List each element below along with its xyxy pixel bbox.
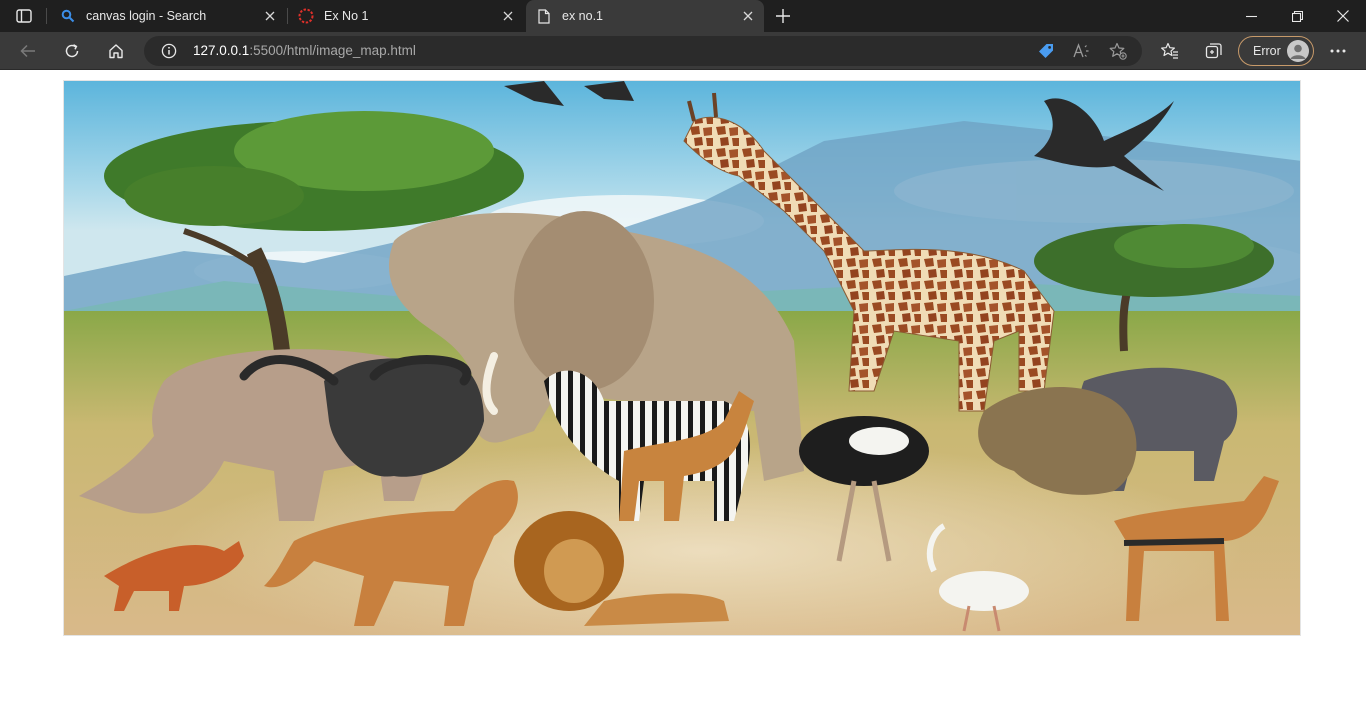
more-icon (1330, 49, 1346, 53)
url-text: 127.0.0.1:5500/html/image_map.html (193, 43, 416, 58)
refresh-button[interactable] (58, 37, 86, 65)
tab-search[interactable]: canvas login - Search (50, 0, 286, 32)
add-favorite-icon[interactable] (1108, 41, 1128, 61)
search-icon (60, 8, 76, 24)
address-bar[interactable]: 127.0.0.1:5500/html/image_map.html (144, 36, 1142, 66)
collections-icon (1205, 43, 1222, 59)
spinner-icon (298, 8, 314, 24)
tab-title: ex no.1 (562, 9, 604, 23)
restore-button[interactable] (1274, 0, 1320, 32)
url-host: 127.0.0.1 (193, 43, 250, 58)
coupon-tag-icon[interactable] (1036, 41, 1056, 61)
minimize-button[interactable] (1228, 0, 1274, 32)
close-icon (1337, 10, 1349, 22)
avatar (1287, 40, 1309, 62)
tab-actions-button[interactable] (10, 6, 38, 26)
restore-icon (1291, 10, 1303, 22)
refresh-icon (65, 44, 79, 58)
settings-more-button[interactable] (1324, 37, 1352, 65)
favorites-button[interactable] (1156, 37, 1184, 65)
tab-ex-no-1[interactable]: Ex No 1 (288, 0, 524, 32)
page-icon (536, 8, 552, 24)
profile-error-button[interactable]: Error (1238, 36, 1314, 66)
new-tab-button[interactable] (770, 4, 796, 28)
tab-actions-icon (16, 9, 32, 23)
page-viewport (0, 71, 1366, 718)
url-path: :5500/html/image_map.html (249, 43, 416, 58)
wildlife-image-map[interactable] (63, 80, 1301, 636)
close-icon[interactable] (262, 8, 278, 24)
home-button[interactable] (102, 37, 130, 65)
info-icon[interactable] (160, 42, 178, 60)
close-window-button[interactable] (1320, 0, 1366, 32)
wildlife-scene (64, 81, 1300, 635)
tab-separator (46, 8, 47, 24)
tab-title: canvas login - Search (86, 9, 207, 23)
tab-active[interactable]: ex no.1 (526, 0, 764, 32)
navigation-toolbar: 127.0.0.1:5500/html/image_map.html Error (0, 32, 1366, 70)
plus-icon (776, 9, 790, 23)
back-button[interactable] (14, 37, 42, 65)
home-icon (109, 44, 123, 59)
profile-status-label: Error (1253, 44, 1281, 58)
favorites-icon (1161, 42, 1178, 59)
tab-strip: canvas login - Search Ex No 1 ex no.1 (0, 0, 1366, 32)
read-aloud-icon[interactable] (1072, 41, 1092, 61)
arrow-left-icon (20, 44, 35, 58)
tab-title: Ex No 1 (324, 9, 369, 23)
close-icon[interactable] (740, 8, 756, 24)
close-icon[interactable] (500, 8, 516, 24)
minimize-icon (1245, 15, 1257, 17)
collections-button[interactable] (1200, 37, 1228, 65)
